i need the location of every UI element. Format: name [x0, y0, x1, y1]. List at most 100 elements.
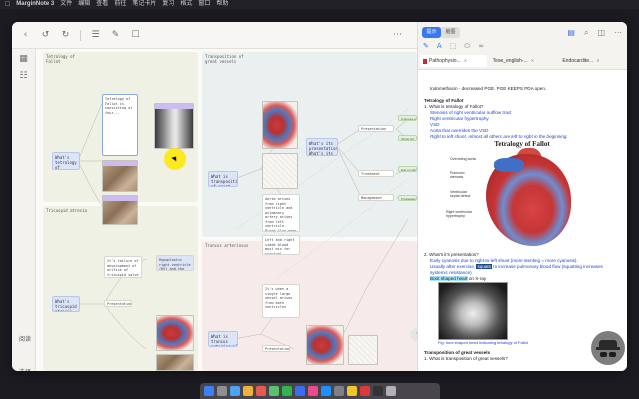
edit-icon[interactable]: ✎	[110, 30, 121, 41]
question-card-tricuspid[interactable]: What's tricuspid atresia and what does i…	[52, 296, 80, 312]
hat-brim-shape	[596, 347, 620, 350]
menu-app-name[interactable]: MarginNote 3	[16, 0, 54, 9]
search-icon[interactable]: ⌕	[584, 28, 588, 38]
figure-xray[interactable]	[438, 282, 508, 340]
question-card-tga-presentation[interactable]: What's its presentation? What's its trea…	[306, 138, 338, 156]
doc-question-3: 1. What is transposition of great vessel…	[424, 356, 508, 361]
green-node-single-s2[interactable]: Single S2	[398, 135, 417, 141]
toolbar: ‹ ↺ ↻ ☰ ✎ ☐ ⋯	[12, 22, 417, 49]
green-node-egg-on-string[interactable]: Egg on string	[398, 166, 417, 172]
image-card-sketch[interactable]	[262, 153, 298, 189]
marginnote-icon[interactable]	[295, 386, 305, 396]
mindmap-canvas[interactable]: Tetralogy of Fallot Transposition of gre…	[36, 49, 417, 371]
menu-item-format[interactable]: 格式	[180, 0, 192, 9]
rail-label-read[interactable]: 阅读	[15, 334, 35, 344]
doc-tab-1[interactable]: Pathophysio... ✕	[420, 55, 487, 67]
menu-item-edit[interactable]: 编辑	[78, 0, 90, 9]
lasso-icon[interactable]: ⬭	[464, 42, 470, 51]
music-icon[interactable]	[308, 386, 318, 396]
menu-item-view[interactable]: 查看	[96, 0, 108, 9]
doc-highlight[interactable]: Boot shaped heart	[430, 276, 468, 281]
node-treatment[interactable]: Treatment	[358, 170, 394, 177]
node-management[interactable]: Management	[358, 194, 394, 201]
image-card-truncus-heart[interactable]	[306, 325, 344, 365]
messages-icon[interactable]	[269, 386, 279, 396]
doc-text: on X-ray	[467, 276, 487, 281]
more-icon[interactable]: ⋯	[614, 28, 622, 38]
text-card-tetralogy[interactable]: Tetralogy of Fallot is consisting of fou…	[102, 94, 138, 156]
rail-label-select[interactable]: 选择	[15, 367, 35, 371]
view-segmented-control: 提示 脑图	[422, 27, 460, 38]
node-tricuspid-presentation[interactable]: Presentation	[104, 300, 132, 307]
finder-icon[interactable]	[204, 386, 214, 396]
menu-item-window[interactable]: 窗口	[198, 0, 210, 9]
outline-icon[interactable]: ☷	[17, 71, 30, 84]
more-icon[interactable]: ⋯	[392, 30, 403, 41]
document-icon[interactable]: ▤	[567, 28, 575, 38]
menu-bar:  MarginNote 3 文件 编辑 查看 前往 笔记卡片 复习 格式 窗口…	[0, 0, 639, 9]
preview-icon[interactable]	[347, 386, 357, 396]
list-icon[interactable]: ☰	[90, 30, 101, 41]
apple-icon[interactable]: 	[5, 0, 10, 9]
image-card-tricuspid-sketch[interactable]	[156, 354, 194, 371]
segment-outline[interactable]: 提示	[422, 27, 441, 38]
node-truncus-presentation[interactable]: Presentation:	[262, 345, 290, 352]
appstore-icon[interactable]	[321, 386, 331, 396]
image-card-xray[interactable]	[154, 103, 194, 149]
redo-icon[interactable]: ↻	[60, 30, 71, 41]
image-card-tricuspid-heart[interactable]	[156, 315, 194, 351]
notes-icon[interactable]	[243, 386, 253, 396]
connector-lines	[77, 98, 409, 350]
trash-icon[interactable]	[386, 386, 396, 396]
image-card-truncus-sketch[interactable]	[348, 335, 378, 365]
text-icon[interactable]: A	[437, 42, 442, 51]
text-card-transposition-mix[interactable]: Left and right sided blood must mix for …	[262, 235, 300, 255]
menu-item-review[interactable]: 复习	[162, 0, 174, 9]
text-card-tricuspid[interactable]: It's failure of development of orifice o…	[104, 256, 142, 278]
xray-image	[155, 109, 193, 148]
node-presentation[interactable]: Presentation	[358, 125, 394, 132]
highlighter-icon[interactable]: ✎	[423, 42, 429, 51]
undo-icon[interactable]: ↺	[40, 30, 51, 41]
dock	[200, 383, 440, 399]
back-icon[interactable]: ‹	[20, 30, 31, 41]
doc-highlight[interactable]: squats	[476, 264, 493, 269]
terminal-icon[interactable]	[373, 386, 383, 396]
heart-image	[157, 316, 193, 350]
doc-tab-3[interactable]: Endocardite... ✕	[559, 55, 626, 67]
text-card-mitral[interactable]: Hypoplastic right ventricle (RV) and the…	[156, 255, 194, 271]
close-icon[interactable]: ✕	[596, 55, 599, 67]
tiles-icon[interactable]: ▦	[17, 54, 30, 67]
menu-item-go[interactable]: 前往	[114, 0, 126, 9]
green-node-prostaglandin[interactable]: Prostaglandin E1	[398, 195, 417, 201]
text-card-truncus[interactable]: It's when a single large vessel arises f…	[262, 284, 300, 318]
text-card-transposition[interactable]: Aorta arises from right ventricle and pu…	[262, 194, 300, 232]
green-node-cyanosis[interactable]: Cyanosis at birth	[398, 115, 417, 121]
close-icon[interactable]: ✕	[531, 55, 534, 67]
document-content[interactable]: Indomethacin - decreased PGE. PGE KEEPS …	[424, 86, 620, 371]
doc-tab-2[interactable]: Tese_english-... ✕	[490, 55, 557, 67]
safari-icon[interactable]	[230, 386, 240, 396]
launchpad-icon[interactable]	[217, 386, 227, 396]
menu-item-cards[interactable]: 笔记卡片	[132, 0, 156, 9]
image-card-diagram[interactable]	[102, 195, 138, 225]
link-icon[interactable]: ∞	[478, 42, 484, 51]
pdf-app-icon[interactable]	[360, 386, 370, 396]
image-card-heart-color[interactable]	[262, 101, 298, 149]
wechat-icon[interactable]	[282, 386, 292, 396]
image-card-heart-sketch[interactable]	[102, 160, 138, 192]
sidebar-icon[interactable]: ◫	[597, 28, 605, 38]
spy-avatar-icon[interactable]	[591, 331, 625, 365]
figure-tetralogy-heart[interactable]: Overriding aorta Pulmonic stenosis Ventr…	[446, 148, 596, 248]
question-card-transposition[interactable]: What is transposition of great vessels?	[208, 171, 238, 187]
menu-item-help[interactable]: 帮助	[216, 0, 228, 9]
question-card-tetralogy[interactable]: What's tetralogy of Fallot? What are its…	[52, 152, 80, 170]
bookmark-icon[interactable]: ☐	[130, 30, 141, 41]
question-card-truncus[interactable]: What is truncus arteriosus?	[208, 331, 238, 347]
segment-mindmap[interactable]: 脑图	[441, 27, 460, 38]
calendar-icon[interactable]	[256, 386, 266, 396]
box-select-icon[interactable]: ⬚	[450, 42, 457, 51]
settings-icon[interactable]	[334, 386, 344, 396]
close-icon[interactable]: ✕	[464, 55, 467, 67]
menu-item-file[interactable]: 文件	[60, 0, 72, 9]
